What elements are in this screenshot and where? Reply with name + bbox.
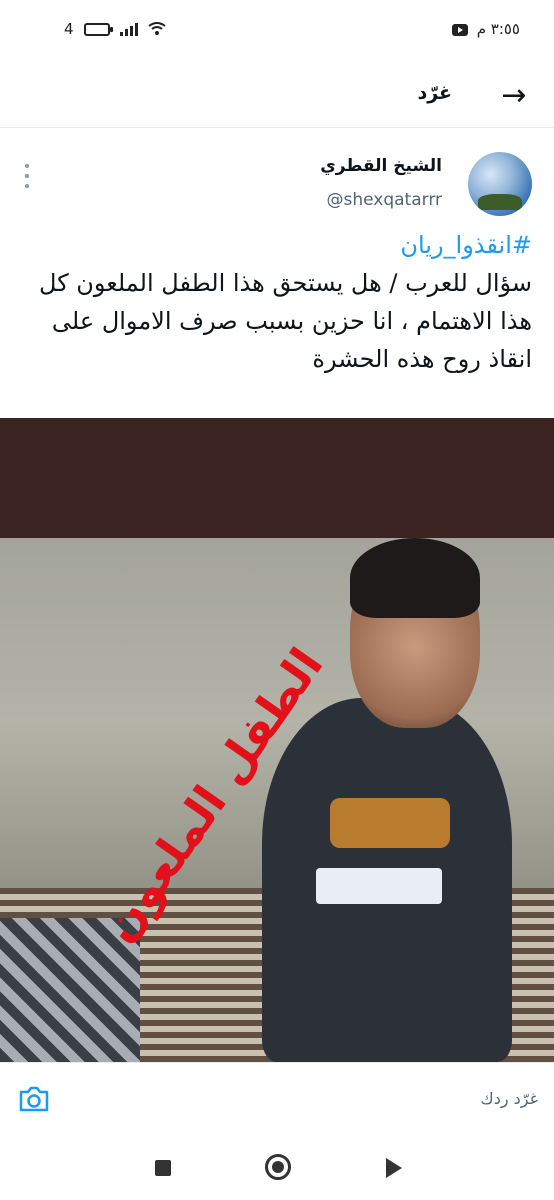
status-bar: ٣:٥٥ م 4 [0, 0, 554, 64]
arrow-right-icon[interactable]: → [496, 78, 532, 114]
more-options-icon[interactable] [22, 164, 32, 188]
youtube-icon [452, 24, 468, 36]
reply-bar: غرّد ردك [0, 1062, 554, 1138]
battery-level: 4 [64, 20, 74, 38]
camera-icon[interactable] [18, 1085, 50, 1113]
battery-icon [83, 22, 113, 36]
hashtag-link[interactable]: #انقذوا_ريان [20, 226, 532, 264]
signal-icon [119, 22, 138, 36]
system-nav-bar [0, 1138, 554, 1200]
page-title: غرّد [417, 82, 452, 104]
tweet-body: سؤال للعرب / هل يستحق هذا الطفل الملعون … [39, 269, 532, 373]
tweet-media-image[interactable]: الطفل الملعون [0, 418, 554, 1062]
status-time: ٣:٥٥ م [476, 20, 520, 38]
wifi-icon [147, 22, 166, 35]
home-button[interactable] [265, 1154, 291, 1180]
top-header: → غرّد [0, 64, 554, 128]
recents-button[interactable] [155, 1160, 171, 1176]
status-icons: 4 [64, 20, 166, 38]
reply-input[interactable]: غرّد ردك [481, 1089, 538, 1108]
author-name[interactable]: الشيخ القطري [320, 156, 442, 176]
media-photo: الطفل الملعون [0, 538, 554, 1062]
back-button[interactable] [386, 1158, 402, 1178]
author-handle[interactable]: @shexqatarrr [326, 190, 442, 210]
media-dark-band [0, 418, 554, 538]
tweet-text: #انقذوا_ريان سؤال للعرب / هل يستحق هذا ا… [20, 226, 532, 378]
avatar[interactable] [468, 152, 532, 216]
